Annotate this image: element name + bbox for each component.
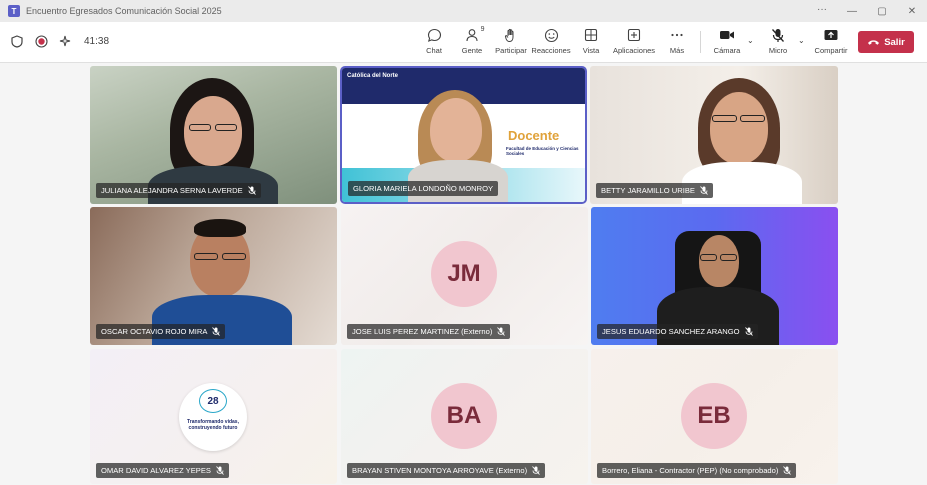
chat-label: Chat xyxy=(426,46,442,55)
mic-muted-icon xyxy=(771,26,785,44)
grid-view-icon xyxy=(584,26,598,44)
leave-label: Salir xyxy=(884,36,905,48)
view-label: Vista xyxy=(582,46,600,55)
participant-tile[interactable]: JESUS EDUARDO SANCHEZ ARANGO xyxy=(591,207,838,345)
participant-name: BETTY JARAMILLO URIBE xyxy=(596,183,713,198)
mic-muted-icon xyxy=(744,327,753,336)
participant-video xyxy=(699,235,739,287)
mic-muted-icon xyxy=(783,466,792,475)
participant-tile[interactable]: 28 Transformando vidas, construyendo fut… xyxy=(90,349,337,484)
mic-options-chevron-icon[interactable]: ⌄ xyxy=(798,36,805,45)
participant-tile[interactable]: JM JOSE LUIS PEREZ MARTINEZ (Externo) xyxy=(341,207,588,345)
participant-name: OSCAR OCTAVIO ROJO MIRA xyxy=(96,324,226,339)
apps-label: Aplicaciones xyxy=(612,46,656,55)
people-button[interactable]: 9 Gente xyxy=(459,26,485,60)
toolbar-divider xyxy=(700,31,701,53)
add-app-icon xyxy=(627,26,641,44)
share-screen-icon xyxy=(823,26,839,44)
avatar: JM xyxy=(431,241,497,307)
reactions-label: Reacciones xyxy=(531,46,571,55)
more-options-icon[interactable]: ··· xyxy=(817,4,827,15)
maximize-icon[interactable]: ▢ xyxy=(867,0,897,22)
chat-icon xyxy=(427,26,442,44)
avatar: EB xyxy=(681,383,747,449)
reactions-button[interactable]: Reacciones xyxy=(531,26,571,60)
mic-muted-icon xyxy=(216,466,224,475)
raise-hand-label: Participar xyxy=(495,46,527,55)
slide-subheading: Facultad de Educación y Ciencias Sociale… xyxy=(506,146,579,156)
window-controls: — ▢ ✕ xyxy=(837,0,927,22)
chat-button[interactable]: Chat xyxy=(422,26,446,60)
more-button[interactable]: Más xyxy=(666,26,688,60)
title-bar: T Encuentro Egresados Comunicación Socia… xyxy=(0,0,927,22)
mic-muted-icon xyxy=(700,186,708,195)
recording-icon xyxy=(34,34,48,48)
apps-button[interactable]: Aplicaciones xyxy=(612,26,656,60)
participant-name: JOSE LUIS PEREZ MARTINEZ (Externo) xyxy=(347,324,511,339)
minimize-icon[interactable]: — xyxy=(837,0,867,22)
participant-name: JESUS EDUARDO SANCHEZ ARANGO xyxy=(597,324,758,339)
shield-icon xyxy=(10,34,24,48)
people-count: 9 xyxy=(480,26,485,33)
participant-name: GLORIA MARIELA LONDOÑO MONROY xyxy=(348,181,499,196)
leave-button[interactable]: Salir xyxy=(858,31,914,53)
mic-muted-icon xyxy=(532,466,540,475)
slide-brand: Católica del Norte xyxy=(347,73,399,79)
participant-name: OMAR DAVID ALVAREZ YEPES xyxy=(96,463,230,478)
share-label: Compartir xyxy=(814,46,848,55)
people-icon: 9 xyxy=(465,26,485,44)
people-label: Gente xyxy=(461,46,483,55)
smile-icon xyxy=(544,26,559,44)
participant-tile[interactable]: JULIANA ALEJANDRA SERNA LAVERDE xyxy=(90,66,337,204)
raise-hand-button[interactable]: Participar xyxy=(494,26,528,60)
ellipsis-icon xyxy=(670,26,684,44)
participant-tile[interactable]: OSCAR OCTAVIO ROJO MIRA xyxy=(90,207,337,345)
view-button[interactable]: Vista xyxy=(580,26,602,60)
participant-name: BRAYAN STIVEN MONTOYA ARROYAVE (Externo) xyxy=(347,463,546,478)
logo-number: 28 xyxy=(199,389,227,413)
logo-tagline: Transformando vidas, construyendo futuro xyxy=(187,419,239,432)
participant-tile-active[interactable]: Católica del Norte Docente Facultad de E… xyxy=(340,66,587,204)
mic-muted-icon xyxy=(212,327,221,336)
participant-tile[interactable]: BETTY JARAMILLO URIBE xyxy=(590,66,838,204)
video-grid: JULIANA ALEJANDRA SERNA LAVERDE Católica… xyxy=(0,63,927,485)
participant-tile[interactable]: BA BRAYAN STIVEN MONTOYA ARROYAVE (Exter… xyxy=(341,349,588,484)
meeting-status: 41:38 xyxy=(10,34,109,48)
hand-icon xyxy=(504,26,518,44)
share-button[interactable]: Compartir xyxy=(813,26,849,60)
organization-logo: 28 Transformando vidas, construyendo fut… xyxy=(179,383,247,451)
close-icon[interactable]: ✕ xyxy=(897,0,927,22)
sparkle-icon xyxy=(58,34,72,48)
meeting-timer: 41:38 xyxy=(84,35,110,47)
mic-muted-icon xyxy=(247,186,256,195)
participant-tile[interactable]: EB Borrero, Eliana - Contractor (PEP) (N… xyxy=(591,349,838,484)
mic-muted-icon xyxy=(497,327,506,336)
meeting-toolbar: 41:38 Chat 9 Gente Participar Reacciones… xyxy=(0,22,927,63)
avatar: BA xyxy=(431,383,497,449)
camera-button[interactable]: Cámara xyxy=(712,26,742,60)
slide-heading: Docente xyxy=(508,128,560,143)
hang-up-icon xyxy=(868,40,880,45)
participant-name: JULIANA ALEJANDRA SERNA LAVERDE xyxy=(96,183,261,198)
video-camera-icon xyxy=(719,26,735,44)
teams-icon: T xyxy=(8,5,20,17)
camera-options-chevron-icon[interactable]: ⌄ xyxy=(747,36,754,45)
more-label: Más xyxy=(669,46,685,55)
window-title: Encuentro Egresados Comunicación Social … xyxy=(26,6,222,16)
camera-label: Cámara xyxy=(713,46,741,55)
mic-label: Micro xyxy=(768,46,788,55)
participant-name: Borrero, Eliana - Contractor (PEP) (No c… xyxy=(597,463,797,478)
mic-button[interactable]: Micro xyxy=(766,26,790,60)
